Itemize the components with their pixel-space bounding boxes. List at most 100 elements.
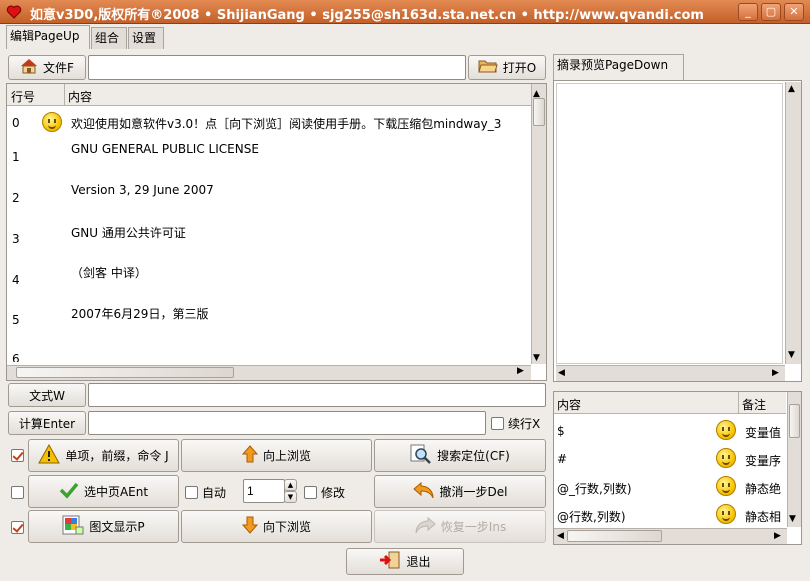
variable-hscroll-thumb[interactable] (567, 530, 662, 542)
folder-icon (478, 58, 498, 77)
var-note: 变量序 (745, 454, 782, 468)
row-number: 0 (12, 116, 20, 130)
auto-label: 自动 (202, 486, 227, 500)
maximize-icon[interactable]: ▢ (761, 3, 781, 21)
row-number: 5 (12, 313, 20, 327)
row-text[interactable]: 欢迎使用如意软件v3.0！点［向下浏览］阅读使用手册。下载压缩包mindway_… (71, 115, 529, 132)
calc-input[interactable] (88, 411, 486, 435)
auto-checkbox[interactable] (185, 486, 198, 499)
variable-vscroll-thumb[interactable] (789, 404, 800, 438)
exit-label: 退出 (406, 555, 431, 569)
redo-button[interactable]: 恢复一步Ins (374, 510, 546, 543)
single-prefix-command-button[interactable]: 单项，前缀，命令 J (28, 439, 179, 472)
tab-combine[interactable]: 组合 (91, 27, 127, 49)
header-content: 内容 (557, 398, 582, 412)
arrow-down-icon (241, 516, 259, 537)
main-vertical-scrollbar[interactable] (531, 84, 546, 364)
scroll-down-icon[interactable]: ▼ (788, 350, 795, 360)
scroll-left-icon[interactable]: ◀ (557, 531, 564, 541)
scroll-right-icon[interactable]: ▶ (772, 368, 779, 378)
smiley-icon (716, 504, 736, 524)
page-spinner-input[interactable] (243, 479, 285, 503)
spinner-down-icon[interactable]: ▼ (284, 491, 297, 503)
arrow-up-icon (241, 445, 259, 466)
var-note: 静态绝 (745, 482, 782, 496)
close-icon[interactable]: ✕ (784, 3, 804, 21)
exit-button[interactable]: 退出 (346, 548, 464, 575)
row-text[interactable]: GNU GENERAL PUBLIC LICENSE (71, 142, 259, 156)
redo-arrow-icon (414, 516, 436, 537)
picture-icon (62, 515, 84, 538)
header-divider (64, 84, 65, 106)
tab-settings[interactable]: 设置 (128, 27, 164, 49)
header-line-no: 行号 (11, 90, 36, 104)
var-content[interactable]: @行数,列数) (557, 508, 626, 525)
header-note: 备注 (742, 398, 767, 412)
continue-checkbox[interactable] (491, 417, 504, 430)
minimize-icon[interactable]: _ (738, 3, 758, 21)
calc-button[interactable]: 计算Enter (8, 411, 86, 435)
var-content[interactable]: # (557, 452, 567, 466)
row-number: 2 (12, 191, 20, 205)
tab-preview[interactable]: 摘录预览PageDown (553, 54, 684, 80)
undo-arrow-icon (412, 481, 435, 502)
scroll-up-icon[interactable]: ▲ (788, 84, 795, 94)
tab-edit[interactable]: 编辑PageUp (6, 25, 90, 49)
continue-label: 续行X (508, 417, 541, 431)
preview-vertical-scrollbar[interactable] (785, 82, 801, 364)
smiley-icon (716, 448, 736, 468)
header-content: 内容 (68, 90, 93, 104)
row-text[interactable]: GNU 通用公共许可证 (71, 224, 186, 241)
main-vscroll-thumb[interactable] (533, 98, 545, 126)
modify-checkbox[interactable] (304, 486, 317, 499)
header-divider (738, 392, 739, 414)
search-locate-button[interactable]: 搜索定位(CF) (374, 439, 546, 472)
browse-up-label: 向上浏览 (262, 449, 311, 463)
warning-icon (38, 443, 61, 467)
file-button[interactable]: 文件F (8, 55, 86, 80)
redo-label: 恢复一步Ins (440, 520, 507, 534)
text-style-input[interactable] (88, 383, 546, 407)
text-style-button[interactable]: 文式W (8, 383, 86, 407)
image-display-label: 图文显示P (89, 520, 145, 534)
checkmark-icon (59, 481, 79, 502)
file-button-label: 文件F (43, 61, 74, 75)
browse-down-button[interactable]: 向下浏览 (181, 510, 372, 543)
row-number: 4 (12, 273, 20, 287)
select-page-checkbox[interactable] (11, 486, 24, 499)
select-page-label: 选中页AEnt (83, 485, 149, 499)
variable-table-header: 内容 备注 (554, 392, 786, 414)
preview-horizontal-scrollbar[interactable] (556, 365, 785, 381)
scroll-down-icon[interactable]: ▼ (533, 350, 540, 366)
image-display-button[interactable]: 图文显示P (28, 510, 179, 543)
open-button-label: 打开O (502, 61, 537, 75)
heart-app-icon (6, 4, 22, 20)
row-number: 6 (12, 352, 20, 362)
row-text[interactable]: 2007年6月29日，第三版 (71, 305, 208, 322)
open-button[interactable]: 打开O (468, 55, 546, 80)
main-hscroll-thumb[interactable] (16, 367, 234, 378)
var-content[interactable]: $ (557, 424, 565, 438)
smiley-icon (716, 476, 736, 496)
scroll-left-icon[interactable]: ◀ (558, 368, 565, 378)
var-note: 变量值 (745, 426, 782, 440)
scroll-right-icon[interactable]: ▶ (774, 531, 781, 541)
image-display-checkbox[interactable] (11, 521, 24, 534)
browse-up-button[interactable]: 向上浏览 (181, 439, 372, 472)
single-checkbox[interactable] (11, 449, 24, 462)
select-page-button[interactable]: 选中页AEnt (28, 475, 179, 508)
undo-button[interactable]: 撤消一步Del (374, 475, 546, 508)
scroll-down-icon[interactable]: ▼ (789, 514, 796, 524)
row-text[interactable]: （剑客 中译） (71, 264, 147, 281)
window-title: 如意v3D0,版权所有®2008 • ShijianGang • sjg255@… (30, 8, 704, 23)
var-content[interactable]: @_行数,列数) (557, 480, 632, 497)
home-icon (20, 58, 38, 77)
row-number: 3 (12, 232, 20, 246)
exit-door-icon (379, 551, 401, 572)
spinner-up-icon[interactable]: ▲ (284, 479, 297, 491)
preview-area (556, 83, 783, 364)
file-path-input[interactable] (88, 55, 466, 80)
single-prefix-command-label: 单项，前缀，命令 J (65, 449, 169, 463)
row-text[interactable]: Version 3, 29 June 2007 (71, 183, 214, 197)
scroll-right-icon[interactable]: ▶ (517, 366, 524, 376)
